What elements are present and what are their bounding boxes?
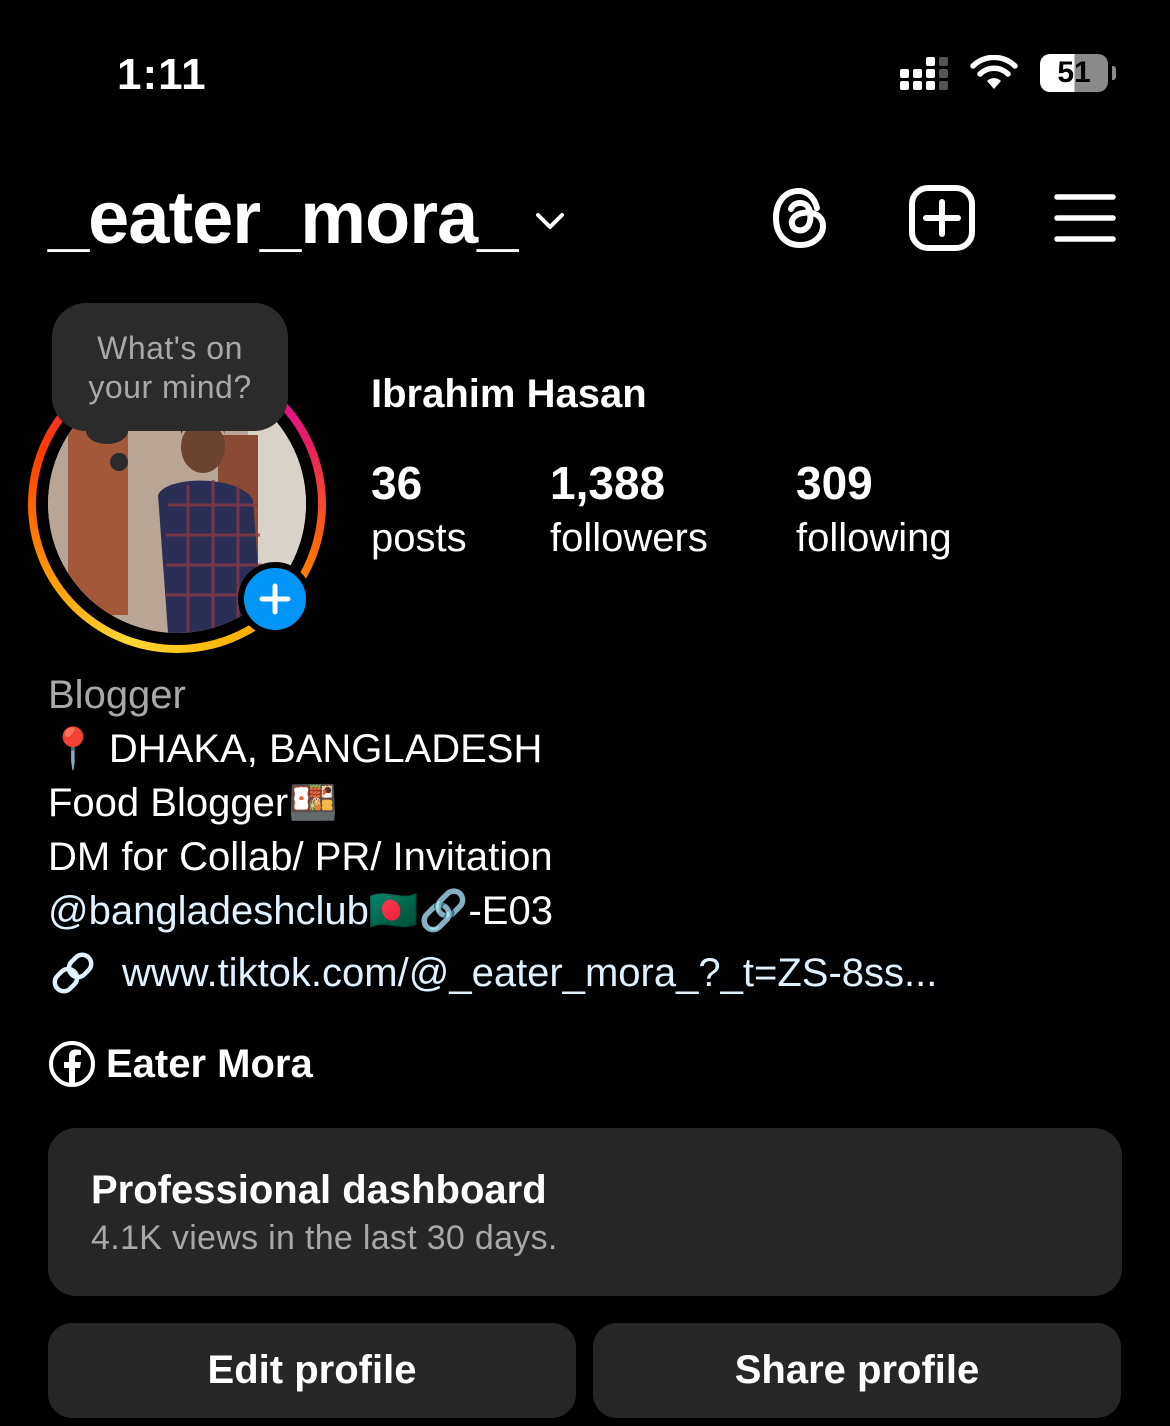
- stat-value: 36: [371, 457, 423, 509]
- display-name: Ibrahim Hasan: [371, 372, 647, 416]
- note-text-line1: What's on: [97, 330, 243, 366]
- bio-category: Blogger: [48, 673, 186, 717]
- facebook-icon: [49, 1041, 95, 1087]
- menu-button[interactable]: [1054, 192, 1116, 244]
- new-post-button[interactable]: [908, 184, 976, 252]
- bio-line-suffix: 🇧🇩🔗-E03: [368, 889, 553, 933]
- cellular-signal-icon: [900, 56, 948, 90]
- chevron-down-icon[interactable]: [535, 211, 565, 231]
- plus-icon: [259, 583, 291, 615]
- note-bubble-tail-dot: [110, 453, 128, 471]
- professional-dashboard[interactable]: Professional dashboard 4.1K views in the…: [48, 1128, 1122, 1296]
- dashboard-subtitle: 4.1K views in the last 30 days.: [91, 1219, 558, 1257]
- menu-icon: [1054, 194, 1116, 242]
- bio: Blogger 📍 DHAKA, BANGLADESH Food Blogger…: [48, 668, 553, 938]
- link-text: www.tiktok.com/@_eater_mora_?_t=ZS-8ss..…: [122, 950, 938, 995]
- bio-mention-link[interactable]: @bangladeshclub: [48, 889, 369, 933]
- stat-posts[interactable]: 36 posts: [371, 456, 467, 566]
- note-bubble[interactable]: What's on your mind?: [52, 303, 288, 431]
- threads-button[interactable]: [770, 186, 830, 250]
- bio-external-link[interactable]: www.tiktok.com/@_eater_mora_?_t=ZS-8ss..…: [48, 948, 937, 998]
- username-switcher[interactable]: _eater_mora_: [48, 181, 518, 255]
- facebook-profile-link[interactable]: Eater Mora: [48, 1040, 313, 1088]
- add-story-button[interactable]: [238, 562, 312, 636]
- dashboard-title: Professional dashboard: [91, 1168, 547, 1212]
- stat-label: posts: [371, 516, 467, 560]
- facebook-name: Eater Mora: [106, 1041, 313, 1086]
- profile-header: _eater_mora_: [48, 178, 1116, 258]
- battery-icon: 51: [1040, 54, 1116, 92]
- stat-value: 309: [796, 457, 873, 509]
- stat-followers[interactable]: 1,388 followers: [550, 456, 708, 566]
- note-bubble-tail: [86, 418, 128, 444]
- share-profile-button[interactable]: Share profile: [593, 1323, 1121, 1418]
- stat-label: followers: [550, 516, 708, 560]
- bio-line: @bangladeshclub🇧🇩🔗-E03: [48, 884, 553, 938]
- new-post-icon: [909, 185, 975, 251]
- bio-line: DM for Collab/ PR/ Invitation: [48, 835, 553, 879]
- bio-line: Food Blogger🍱: [48, 781, 338, 825]
- status-icons: 51: [900, 54, 1116, 92]
- note-text-line2: your mind?: [88, 369, 252, 405]
- status-time: 1:11: [117, 50, 207, 99]
- battery-level: 51: [1040, 54, 1108, 92]
- wifi-icon: [970, 55, 1018, 89]
- edit-profile-button[interactable]: Edit profile: [48, 1323, 576, 1418]
- stat-value: 1,388: [550, 457, 666, 509]
- link-icon: [52, 952, 94, 994]
- threads-icon: [772, 187, 827, 249]
- stat-following[interactable]: 309 following: [796, 456, 952, 566]
- stat-label: following: [796, 516, 952, 560]
- bio-location: 📍 DHAKA, BANGLADESH: [48, 727, 543, 771]
